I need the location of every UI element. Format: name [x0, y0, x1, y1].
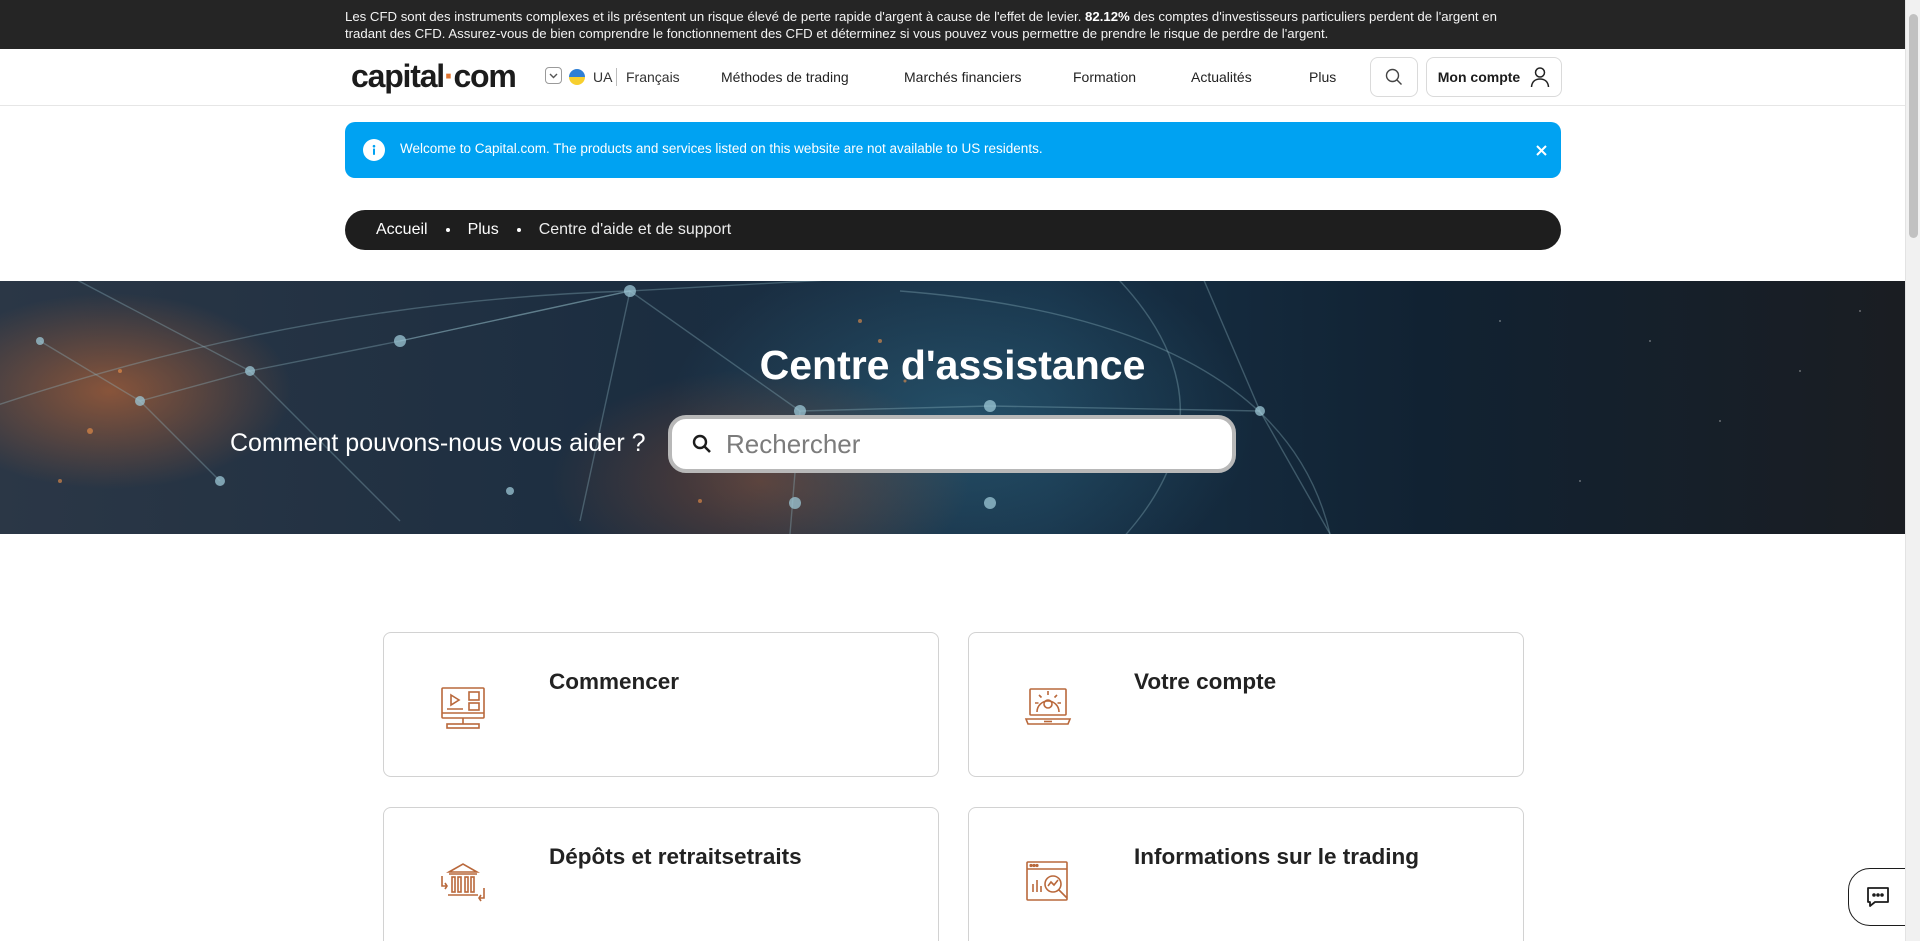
category-title: Informations sur le trading — [1134, 844, 1420, 869]
bank-transfer-icon — [441, 863, 485, 902]
search-icon — [692, 434, 711, 453]
category-title: Dépôts et retraitsetraits — [549, 844, 802, 869]
site-header: capital·com UA Français Méthodes de trad… — [0, 49, 1905, 106]
breadcrumb-current: Centre d'aide et de support — [538, 221, 732, 238]
risk-warning-text: Les CFD sont des instruments complexes e… — [345, 9, 1520, 42]
help-center-hero: Centre d'assistance Comment pouvons-nous… — [0, 281, 1905, 534]
laptop-settings-icon — [1024, 688, 1072, 725]
close-icon[interactable] — [1530, 139, 1552, 161]
help-question: Comment pouvons-nous vous aider ? — [230, 429, 646, 457]
chevron-down-icon[interactable] — [545, 67, 562, 84]
chart-analysis-icon — [1026, 861, 1068, 901]
help-search-input[interactable] — [726, 428, 1206, 460]
category-title: Commencer — [549, 669, 680, 694]
scrollbar-thumb[interactable] — [1909, 14, 1918, 238]
language-selector[interactable]: Français — [626, 69, 680, 85]
nav-plus[interactable]: Plus — [1309, 69, 1336, 85]
nav-marches-financiers[interactable]: Marchés financiers — [904, 69, 1022, 85]
capital-com-logo[interactable]: capital·com — [351, 58, 517, 94]
category-card-depots-retraits[interactable]: Dépôts et retraitsetraits — [383, 807, 939, 941]
category-card-informations-trading[interactable]: Informations sur le trading — [968, 807, 1524, 941]
help-search-box[interactable] — [668, 415, 1236, 473]
notice-text: Welcome to Capital.com. The products and… — [400, 141, 1043, 156]
risk-warning-part-1: Les CFD sont des instruments complexes e… — [345, 9, 1086, 24]
risk-warning-bar: Les CFD sont des instruments complexes e… — [0, 0, 1905, 49]
my-account-label: Mon compte — [1437, 69, 1521, 85]
live-chat-button[interactable] — [1848, 868, 1908, 926]
page-title: Centre d'assistance — [759, 342, 1146, 388]
us-residents-notice: Welcome to Capital.com. The products and… — [345, 122, 1561, 178]
nav-actualites[interactable]: Actualités — [1191, 69, 1252, 85]
region-code[interactable]: UA — [593, 69, 612, 85]
category-card-votre-compte[interactable]: Votre compte — [968, 632, 1524, 777]
language-divider — [616, 68, 617, 86]
nav-methodes-de-trading[interactable]: Méthodes de trading — [721, 69, 849, 85]
chat-icon — [1867, 887, 1889, 907]
ukraine-flag-icon — [569, 69, 585, 85]
search-icon — [1385, 68, 1402, 85]
network-background-graphic — [0, 281, 1861, 534]
page-scrollbar[interactable] — [1905, 0, 1920, 941]
risk-percentage: 82.12% — [1085, 9, 1130, 24]
breadcrumb-separator — [516, 228, 521, 232]
logo-text-right: com — [453, 58, 516, 94]
category-card-commencer[interactable]: Commencer — [383, 632, 939, 777]
nav-formation[interactable]: Formation — [1073, 69, 1136, 85]
user-icon — [1530, 67, 1550, 88]
info-icon — [363, 139, 385, 161]
logo-text-left: capital — [351, 58, 445, 94]
breadcrumb-separator — [445, 228, 450, 232]
breadcrumb-plus[interactable]: Plus — [468, 221, 499, 239]
my-account-button[interactable]: Mon compte — [1426, 57, 1562, 97]
video-screen-icon — [441, 687, 485, 729]
breadcrumb-home[interactable]: Accueil — [376, 221, 428, 239]
category-title: Votre compte — [1134, 669, 1277, 694]
header-search-button[interactable] — [1370, 57, 1418, 97]
breadcrumb: Accueil Plus Centre d'aide et de support — [345, 210, 1561, 250]
